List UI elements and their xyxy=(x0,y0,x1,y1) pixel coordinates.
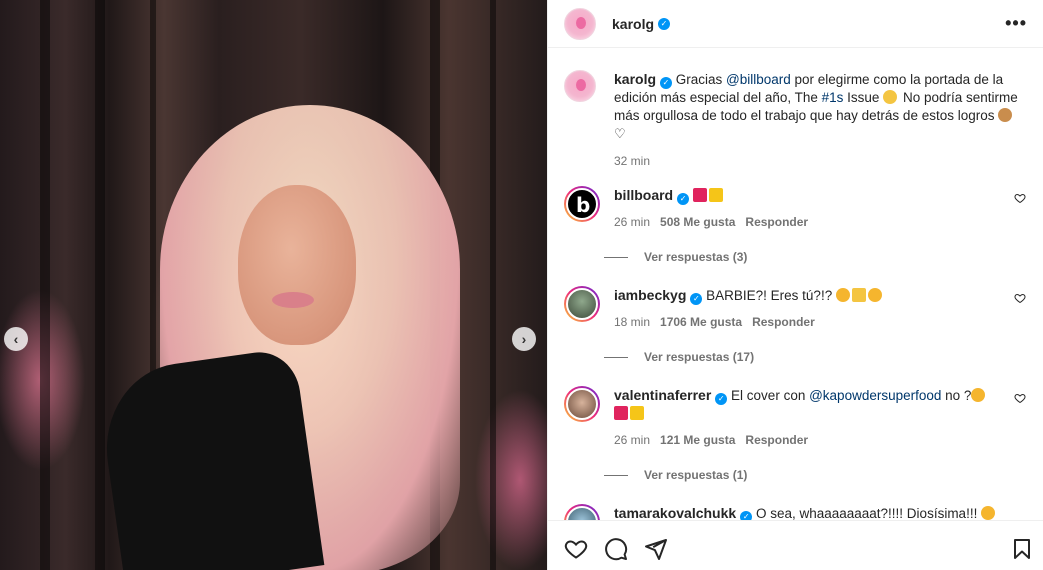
post-side-panel: karolg ✓ ••• karolg ✓ Gracias @billboard … xyxy=(547,0,1043,570)
commenter-username[interactable]: billboard xyxy=(614,187,673,203)
more-options-icon[interactable]: ••• xyxy=(1005,14,1027,32)
send-icon[interactable] xyxy=(644,537,668,561)
verified-badge-icon: ✓ xyxy=(740,511,753,520)
reply-button[interactable]: Responder xyxy=(745,433,808,447)
view-replies-label: Ver respuestas (1) xyxy=(644,468,748,482)
reply-button[interactable]: Responder xyxy=(745,215,808,229)
sparkles-emoji xyxy=(851,288,866,302)
caption-text-1: Gracias xyxy=(672,72,727,87)
bow-arrow-emoji xyxy=(998,108,1013,122)
star-eyes-emoji xyxy=(835,288,850,302)
view-replies-button[interactable]: Ver respuestas (1) xyxy=(604,468,747,482)
comment-text-1: El cover con xyxy=(731,388,810,403)
caption-username[interactable]: karolg xyxy=(614,71,656,87)
comment-time: 26 min xyxy=(614,215,651,229)
commenter-avatar[interactable] xyxy=(564,286,600,322)
reply-button[interactable]: Responder xyxy=(752,315,815,329)
crown-emoji xyxy=(708,188,723,202)
caption-time: 32 min xyxy=(614,154,651,168)
commenter-username[interactable]: iambeckyg xyxy=(614,287,686,303)
smile-emoji xyxy=(867,288,882,302)
like-comment-icon[interactable] xyxy=(1014,192,1026,204)
comment-text-2: no ? xyxy=(941,388,972,403)
comment-time: 26 min xyxy=(614,433,651,447)
like-comment-icon[interactable] xyxy=(1014,392,1026,404)
comment-likes[interactable]: 508 Me gusta xyxy=(660,215,735,229)
view-replies-button[interactable]: Ver respuestas (17) xyxy=(604,350,754,364)
comment-time: 18 min xyxy=(614,315,651,329)
caption-mention-link[interactable]: @billboard xyxy=(726,72,791,87)
commenter-avatar[interactable]: b xyxy=(564,186,600,222)
author-username[interactable]: karolg xyxy=(612,16,654,32)
commenter-username[interactable]: tamarakovalchukk xyxy=(614,505,736,520)
caption-text-3: Issue xyxy=(843,90,884,105)
author-avatar[interactable] xyxy=(564,7,596,40)
laughing-emoji xyxy=(971,388,986,402)
next-photo-button[interactable]: › xyxy=(512,327,536,351)
sparkles-emoji xyxy=(883,90,898,104)
comment-icon[interactable] xyxy=(604,537,628,561)
heart-emoji xyxy=(614,406,628,420)
post-header: karolg ✓ ••• xyxy=(548,0,1043,48)
verified-badge-icon: ✓ xyxy=(690,293,703,305)
comment-text: O sea, whaaaaaaaat?!!!! Diosísima!!! xyxy=(755,506,978,520)
verified-badge-icon: ✓ xyxy=(658,17,671,30)
like-comment-icon[interactable] xyxy=(1014,292,1026,304)
view-replies-label: Ver respuestas (17) xyxy=(644,350,755,364)
view-replies-button[interactable]: Ver respuestas (3) xyxy=(604,250,747,264)
post-caption: karolg ✓ Gracias @billboard por elegirme … xyxy=(564,70,1024,170)
raised-hands-emoji xyxy=(630,406,644,420)
verified-badge-icon: ✓ xyxy=(660,77,673,89)
commenter-avatar[interactable] xyxy=(564,504,600,520)
comments-scroll-area[interactable]: karolg ✓ Gracias @billboard por elegirme … xyxy=(548,54,1043,520)
caption-author-avatar[interactable] xyxy=(564,70,596,102)
commenter-avatar[interactable] xyxy=(564,386,600,422)
bookmark-icon[interactable] xyxy=(1010,537,1034,561)
post-action-bar xyxy=(548,520,1043,570)
view-replies-label: Ver respuestas (3) xyxy=(644,250,748,264)
comment-mention-link[interactable]: @kapowdersuperfood xyxy=(809,388,941,403)
comment-likes[interactable]: 1706 Me gusta xyxy=(660,315,742,329)
comment-likes[interactable]: 121 Me gusta xyxy=(660,433,735,447)
caption-hashtag-link[interactable]: #1s xyxy=(822,90,844,105)
commenter-username[interactable]: valentinaferrer xyxy=(614,387,711,403)
verified-badge-icon: ✓ xyxy=(677,193,690,205)
heart-outline-icon[interactable] xyxy=(564,537,588,561)
white-heart-emoji: ♡ xyxy=(614,126,626,141)
previous-photo-button[interactable]: ‹ xyxy=(4,327,28,351)
post-media-photo[interactable]: ‹ › xyxy=(0,0,547,570)
heart-emoji xyxy=(692,188,707,202)
star-eyes-emoji xyxy=(981,506,996,520)
verified-badge-icon: ✓ xyxy=(715,393,728,405)
comment-text: BARBIE?! Eres tú?!? xyxy=(706,288,833,303)
